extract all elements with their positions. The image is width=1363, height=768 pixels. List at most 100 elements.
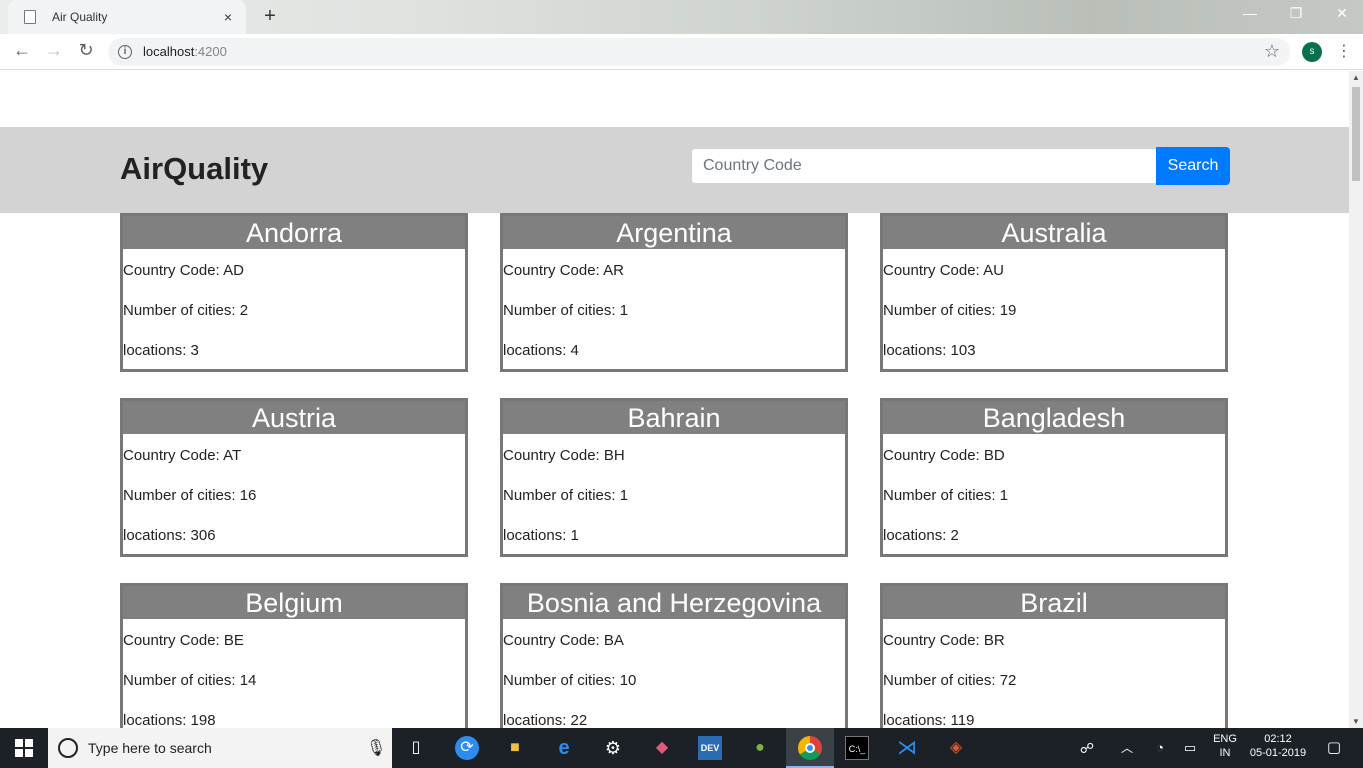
country-code-text-value: BE [223, 632, 244, 649]
country-code-text-value: BH [603, 447, 625, 464]
scroll-up-icon[interactable]: ▲ [1352, 73, 1360, 82]
scroll-thumb[interactable] [1352, 87, 1360, 181]
country-code-input[interactable] [691, 148, 1157, 184]
chrome-taskbar-button[interactable] [786, 728, 834, 768]
people-icon[interactable]: ☍ [1075, 736, 1099, 760]
restore-button[interactable]: ❐ [1273, 5, 1319, 22]
address-bar[interactable]: i localhost:4200 ☆ [108, 38, 1290, 66]
location-count-text-label: locations: [883, 342, 951, 359]
dev-app-icon[interactable]: DEV [698, 736, 722, 760]
country-code-text-value: AR [603, 262, 624, 279]
country-code-text: Country Code: BH [503, 447, 625, 464]
android-studio-icon[interactable]: ● [748, 736, 772, 760]
edge-browser-icon[interactable]: e [552, 736, 576, 760]
city-count-text: Number of cities: 2 [123, 302, 248, 319]
country-code-text: Country Code: BA [503, 632, 624, 649]
city-count-text: Number of cities: 19 [883, 302, 1016, 319]
minimize-button[interactable]: — [1227, 5, 1273, 21]
microphone-icon[interactable]: 🎙 [366, 738, 386, 758]
battery-icon[interactable]: ▭ [1178, 736, 1202, 760]
city-count-text-value: 1 [619, 302, 629, 319]
location-count-text: locations: 22 [503, 712, 587, 728]
language-indicator[interactable]: ENG IN [1210, 733, 1240, 759]
city-count-text-label: Number of cities: [503, 302, 620, 319]
location-count-text: locations: 119 [883, 712, 974, 728]
country-card: Bangladesh Country Code: BD Number of citi… [880, 398, 1228, 557]
country-code-text: Country Code: AT [123, 447, 241, 464]
location-count-text-label: locations: [883, 712, 951, 728]
location-count-text-value: 22 [570, 712, 588, 728]
site-info-icon[interactable]: i [118, 45, 132, 59]
page-scrollbar[interactable]: ▲ ▼ [1349, 71, 1363, 728]
settings-gear-icon[interactable]: ⚙ [601, 736, 625, 760]
new-tab-button[interactable]: + [260, 6, 280, 26]
app-header: AirQuality Search [0, 127, 1349, 213]
chrome-icon [798, 736, 822, 760]
sync-app-icon[interactable]: ⟳ [455, 736, 479, 760]
country-name: Australia [883, 216, 1225, 249]
country-code-text-label: Country Code: [123, 447, 224, 464]
country-code-text-label: Country Code: [883, 262, 984, 279]
country-name: Bosnia and Herzegovina [503, 586, 845, 619]
terminal-icon[interactable]: C:\_ [845, 736, 869, 760]
window-close-button[interactable]: ✕ [1319, 5, 1363, 22]
location-count-text: locations: 306 [123, 527, 216, 544]
location-count-text: locations: 1 [503, 527, 579, 544]
location-count-text-label: locations: [503, 527, 571, 544]
task-view-icon[interactable]: ▯ [404, 736, 428, 760]
location-count-text-label: locations: [123, 527, 191, 544]
city-count-text-label: Number of cities: [503, 487, 620, 504]
city-count-text-value: 16 [239, 487, 257, 504]
tab-title: Air Quality [52, 10, 108, 24]
country-code-text: Country Code: BE [123, 632, 244, 649]
scroll-down-icon[interactable]: ▼ [1352, 717, 1360, 726]
country-name: Andorra [123, 216, 465, 249]
vscode-icon[interactable]: ⋊ [895, 736, 919, 760]
tab-close-icon[interactable]: × [220, 9, 236, 25]
location-count-text-value: 119 [950, 712, 975, 728]
country-name: Belgium [123, 586, 465, 619]
country-name: Brazil [883, 586, 1225, 619]
city-count-text: Number of cities: 1 [503, 487, 628, 504]
country-card: Bosnia and Herzegovina Country Code: BA Nu… [500, 583, 848, 728]
country-code-text-label: Country Code: [123, 632, 224, 649]
file-explorer-icon[interactable]: ■ [503, 736, 527, 760]
taskbar-search-box[interactable]: Type here to search 🎙 [48, 728, 392, 768]
country-card: Argentina Country Code: AR Number of citie… [500, 213, 848, 372]
clock-date: 05-01-2019 [1249, 747, 1307, 759]
clock-time: 02:12 [1264, 733, 1292, 745]
back-button[interactable]: ← [10, 40, 34, 61]
city-count-text-value: 2 [239, 302, 249, 319]
url-text[interactable]: localhost:4200 [143, 44, 227, 59]
city-count-text-value: 1 [999, 487, 1009, 504]
city-count-text: Number of cities: 16 [123, 487, 256, 504]
search-button[interactable]: Search [1156, 147, 1230, 185]
bookmark-star-icon[interactable]: ☆ [1264, 41, 1280, 62]
wifi-icon[interactable]: ◔ [1148, 736, 1172, 760]
city-count-text-label: Number of cities: [123, 302, 240, 319]
git-app-icon[interactable]: ◈ [944, 736, 968, 760]
browser-menu-icon[interactable]: ⋮ [1334, 41, 1354, 63]
windows-taskbar: Type here to search 🎙 ▯ ⟳ ■ e ⚙ ◆ DEV ● … [0, 728, 1363, 768]
profile-avatar[interactable]: s [1302, 42, 1322, 62]
country-code-text: Country Code: AR [503, 262, 624, 279]
app-brand[interactable]: AirQuality [120, 151, 268, 187]
page-viewport: AirQuality Search Andorra Country Code: A… [0, 71, 1349, 728]
country-code-text-value: AU [983, 262, 1004, 279]
city-count-text: Number of cities: 1 [503, 302, 628, 319]
location-count-text-label: locations: [883, 527, 951, 544]
country-code-text-value: BR [983, 632, 1005, 649]
country-code-text-label: Country Code: [123, 262, 224, 279]
notification-icon[interactable]: ▢ [1322, 736, 1346, 760]
start-button[interactable] [0, 728, 48, 768]
browser-tab[interactable]: Air Quality × [8, 0, 246, 34]
paint-app-icon[interactable]: ◆ [650, 736, 674, 760]
clock[interactable]: 02:12 05-01-2019 [1245, 733, 1311, 759]
location-count-text-value: 2 [950, 527, 959, 544]
language-bottom: IN [1219, 747, 1231, 759]
country-code-text-label: Country Code: [503, 632, 604, 649]
reload-button[interactable]: ↻ [74, 40, 98, 61]
location-count-text: locations: 103 [883, 342, 976, 359]
forward-button[interactable]: → [42, 40, 66, 61]
tray-chevron-icon[interactable]: ︿ [1115, 736, 1139, 760]
